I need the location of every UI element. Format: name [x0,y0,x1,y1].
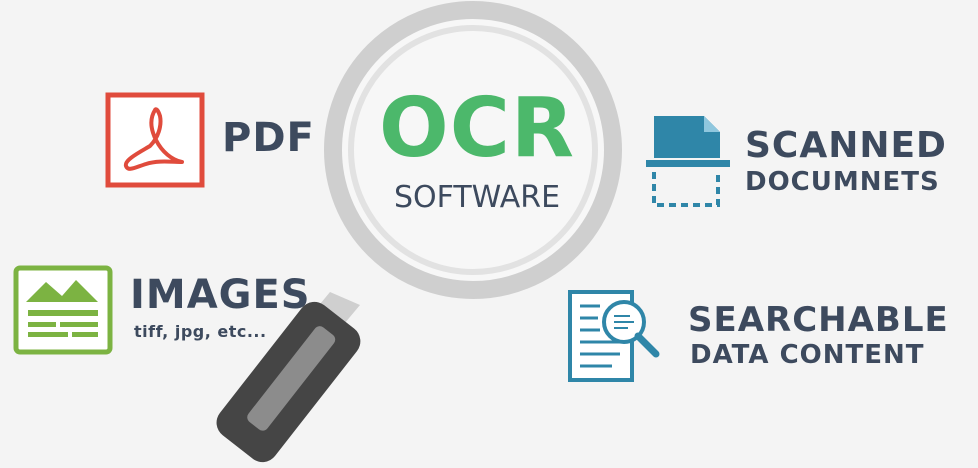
searchable-label-line1: SEARCHABLE [688,300,949,340]
magnifier-handle [216,292,361,463]
pdf-file-icon [105,92,205,188]
document-search-icon [568,290,660,382]
searchable-label-line2: DATA CONTENT [690,340,925,370]
pdf-label: PDF [222,115,315,161]
ocr-subtitle: SOFTWARE [393,180,561,215]
illustration [13,1,730,463]
scanned-label-line2: DOCUMNETS [745,167,940,197]
image-file-icon [13,265,113,355]
images-sublabel: tiff, jpg, etc... [134,322,267,341]
scanned-label-line1: SCANNED [745,125,947,166]
ocr-title: OCR [378,81,576,176]
scanner-document-icon [646,116,730,207]
images-label: IMAGES [130,272,311,318]
